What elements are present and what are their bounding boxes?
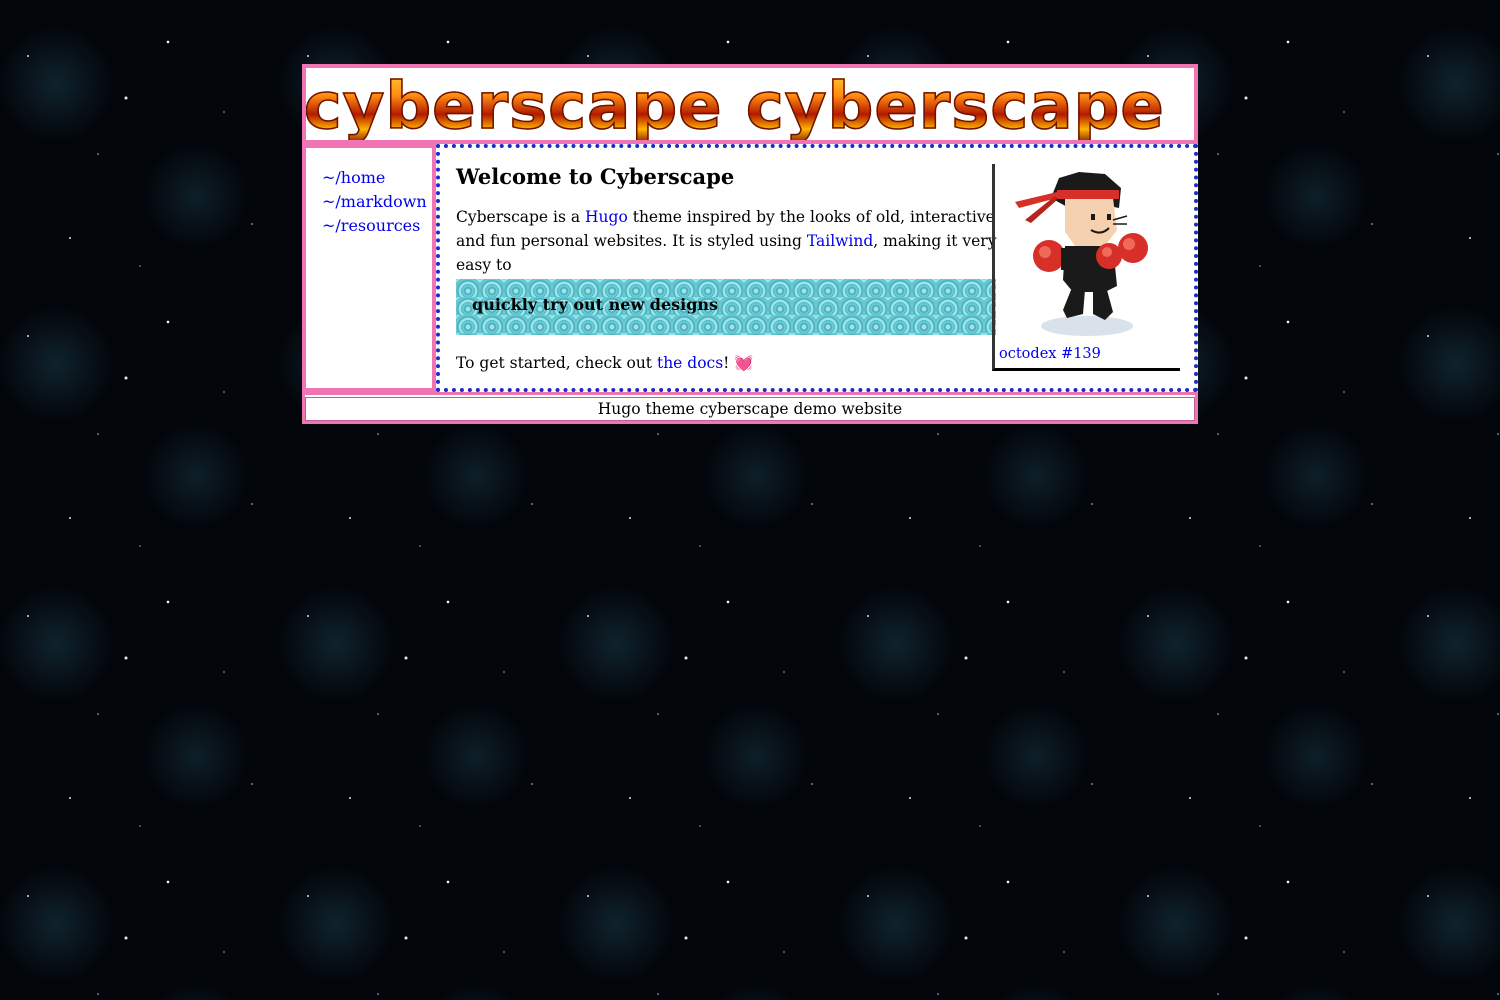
site-footer: Hugo theme cyberscape demo website	[302, 392, 1198, 424]
highlight-box: quickly try out new designs	[456, 279, 996, 335]
footer-text: Hugo theme cyberscape demo website	[305, 397, 1195, 421]
tailwind-link[interactable]: Tailwind	[807, 232, 873, 250]
article: Welcome to Cyberscape Cyberscape is a Hu…	[456, 164, 1000, 373]
nav-link-resources[interactable]: ~/resources	[322, 214, 432, 238]
banner-title: e cyberscape cyberscape	[306, 69, 1165, 140]
heart-icon: 💓	[734, 354, 754, 372]
octodex-link[interactable]: octodex #139	[999, 346, 1101, 362]
site-frame: e cyberscape cyberscape ~/home ~/markdow…	[302, 64, 1198, 424]
outro-paragraph: To get started, check out the docs! 💓	[456, 353, 1000, 373]
intro-paragraph: Cyberscape is a Hugo theme inspired by t…	[456, 205, 1000, 277]
nav-link-home[interactable]: ~/home	[322, 166, 432, 190]
docs-link[interactable]: the docs	[657, 354, 723, 372]
page-title: Welcome to Cyberscape	[456, 164, 735, 189]
site-banner[interactable]: e cyberscape cyberscape	[302, 64, 1198, 144]
hugo-link[interactable]: Hugo	[585, 208, 628, 226]
octodex-figure: octodex #139	[992, 164, 1180, 371]
outro-text-2: !	[723, 354, 735, 372]
sidebar-nav: ~/home ~/markdown ~/resources	[302, 144, 436, 392]
nav-link-markdown[interactable]: ~/markdown	[322, 190, 432, 214]
octocat-boxer-image	[1015, 172, 1148, 336]
outro-text-1: To get started, check out	[456, 354, 657, 372]
main-content: Welcome to Cyberscape Cyberscape is a Hu…	[436, 144, 1198, 392]
intro-text-1: Cyberscape is a	[456, 208, 586, 226]
figure-caption: octodex #139	[999, 346, 1101, 362]
